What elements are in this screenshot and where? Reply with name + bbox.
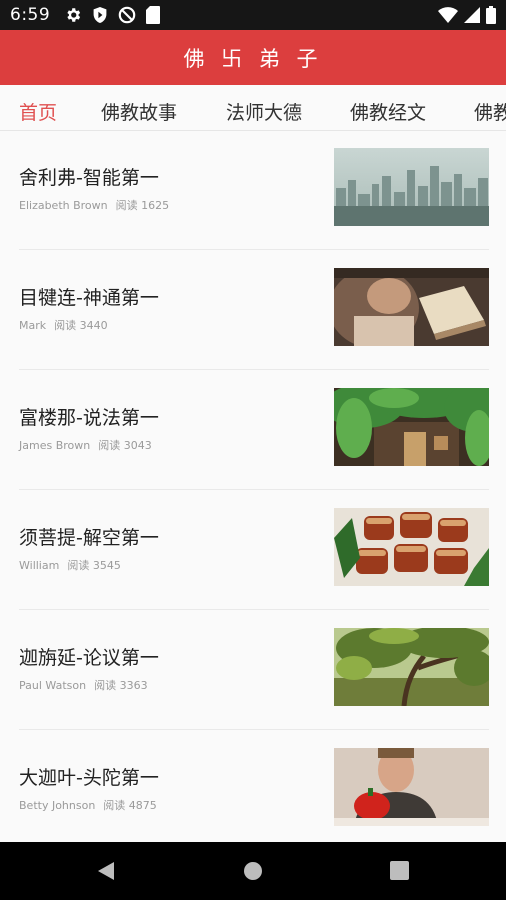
status-time: 6:59 bbox=[10, 5, 51, 25]
signal-icon bbox=[464, 7, 480, 23]
article-title: 迦旃延-论议第一 bbox=[19, 647, 159, 669]
article-author: Elizabeth Brown bbox=[19, 199, 108, 212]
article-title: 富楼那-说法第一 bbox=[19, 407, 159, 429]
article-reads: 阅读 3043 bbox=[98, 439, 152, 452]
article-reads: 阅读 3440 bbox=[54, 319, 108, 332]
article-author: William bbox=[19, 559, 60, 572]
list-item[interactable]: 目犍连-神通第一 Mark 阅读 3440 bbox=[0, 250, 506, 370]
article-meta: Paul Watson 阅读 3363 bbox=[19, 677, 148, 693]
man-with-pepper-image bbox=[334, 748, 489, 826]
person-reading-book-image bbox=[334, 268, 489, 346]
article-meta: Betty Johnson 阅读 4875 bbox=[19, 797, 157, 813]
article-title: 目犍连-神通第一 bbox=[19, 287, 159, 309]
wifi-icon bbox=[438, 7, 458, 23]
tree-in-garden-image bbox=[334, 628, 489, 706]
article-meta: Elizabeth Brown 阅读 1625 bbox=[19, 197, 169, 213]
tab-home[interactable]: 首页 bbox=[19, 85, 57, 130]
app-bar: 佛 卐 弟 子 bbox=[0, 30, 506, 85]
status-bar: 6:59 bbox=[0, 0, 506, 30]
app-title: 佛 卐 弟 子 bbox=[183, 46, 323, 71]
article-author: Betty Johnson bbox=[19, 799, 96, 812]
home-icon[interactable] bbox=[243, 861, 263, 885]
article-meta: Mark 阅读 3440 bbox=[19, 317, 108, 333]
navigation-bar bbox=[0, 842, 506, 900]
article-title: 大迦叶-头陀第一 bbox=[19, 767, 159, 789]
article-author: Paul Watson bbox=[19, 679, 87, 692]
article-meta: William 阅读 3545 bbox=[19, 557, 121, 573]
article-reads: 阅读 1625 bbox=[115, 199, 170, 212]
tab-scriptures[interactable]: 佛教经文 bbox=[350, 85, 426, 130]
list-item[interactable]: 大迦叶-头陀第一 Betty Johnson 阅读 4875 bbox=[0, 730, 506, 850]
no-entry-icon bbox=[118, 6, 136, 24]
sd-card-icon bbox=[146, 6, 161, 24]
article-reads: 阅读 3363 bbox=[94, 679, 148, 692]
battery-icon bbox=[486, 6, 496, 24]
recents-icon[interactable] bbox=[390, 861, 409, 884]
article-meta: James Brown 阅读 3043 bbox=[19, 437, 152, 453]
list-item[interactable]: 迦旃延-论议第一 Paul Watson 阅读 3363 bbox=[0, 610, 506, 730]
article-author: Mark bbox=[19, 319, 47, 332]
braised-pork-dish-image bbox=[334, 508, 489, 586]
shield-icon bbox=[92, 6, 108, 24]
article-list: 舍利弗-智能第一 Elizabeth Brown 阅读 1625 目犍连-神通第一… bbox=[0, 130, 506, 850]
article-title: 须菩提-解空第一 bbox=[19, 527, 159, 549]
article-reads: 阅读 4875 bbox=[103, 799, 157, 812]
article-title: 舍利弗-智能第一 bbox=[19, 167, 159, 189]
article-author: James Brown bbox=[19, 439, 91, 452]
tab-masters[interactable]: 法师大德 bbox=[226, 85, 302, 130]
ivy-covered-building-image bbox=[334, 388, 489, 466]
article-reads: 阅读 3545 bbox=[67, 559, 121, 572]
list-item[interactable]: 须菩提-解空第一 William 阅读 3545 bbox=[0, 490, 506, 610]
tab-buddhist-stories[interactable]: 佛教故事 bbox=[101, 85, 177, 130]
list-item[interactable]: 舍利弗-智能第一 Elizabeth Brown 阅读 1625 bbox=[0, 130, 506, 250]
gear-icon bbox=[64, 6, 82, 24]
category-tabs: 首页 佛教故事 法师大德 佛教经文 佛教 bbox=[0, 85, 506, 131]
list-item[interactable]: 富楼那-说法第一 James Brown 阅读 3043 bbox=[0, 370, 506, 490]
back-icon[interactable] bbox=[96, 861, 116, 885]
tab-buddhism-more[interactable]: 佛教 bbox=[474, 85, 506, 130]
city-skyline-image bbox=[334, 148, 489, 226]
